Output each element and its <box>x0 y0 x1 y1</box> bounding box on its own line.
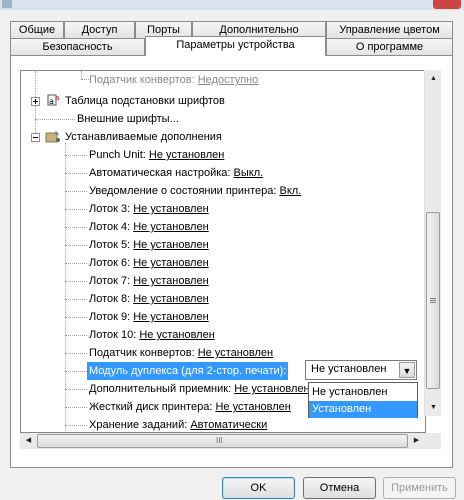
tab-color-management[interactable]: Управление цветом <box>326 21 453 38</box>
tree-item-envelope-feeder-top[interactable]: Податчик конвертов: Недоступно <box>89 71 258 89</box>
ok-button[interactable]: OK <box>222 477 295 499</box>
tree-item-hard-disk[interactable]: Жесткий диск принтера: Не установлен <box>89 398 291 416</box>
tab-device-settings[interactable]: Параметры устройства <box>145 36 326 56</box>
tree-group-installable-options[interactable]: Устанавливаемые дополнения <box>65 128 222 146</box>
printer-icon <box>2 0 12 8</box>
tree-item-tray-4[interactable]: Лоток 4: Не установлен <box>89 218 209 236</box>
tab-security[interactable]: Безопасность <box>10 38 145 55</box>
scroll-up-arrow-icon[interactable]: ▲ <box>425 70 442 87</box>
tree-item-punch-unit[interactable]: Punch Unit: Не установлен <box>89 146 224 164</box>
tree-item-auto-config[interactable]: Автоматическая настройка: Выкл. <box>89 164 263 182</box>
horizontal-scroll-thumb[interactable]: III <box>37 434 408 448</box>
title-bar <box>0 0 464 10</box>
dropdown-arrow-icon[interactable]: ▼ <box>399 362 415 378</box>
scrollbar-corner <box>424 433 441 449</box>
tree-item-tray-8[interactable]: Лоток 8: Не установлен <box>89 290 209 308</box>
tree-item-external-fonts[interactable]: Внешние шрифты... <box>77 110 179 128</box>
tree-item-tray-3[interactable]: Лоток 3: Не установлен <box>89 200 209 218</box>
duplex-select[interactable]: Не установлен ▼ <box>305 360 417 380</box>
vertical-scrollbar[interactable]: ▲ ▼ <box>424 70 441 416</box>
vertical-scroll-thumb[interactable] <box>426 212 440 389</box>
svg-text:a: a <box>49 97 54 106</box>
close-window-button[interactable] <box>433 0 461 9</box>
apply-button[interactable]: Применить <box>383 477 456 499</box>
horizontal-scrollbar[interactable]: ◀ III ▶ <box>20 433 424 449</box>
tree-item-tray-10[interactable]: Лоток 10: Не установлен <box>89 326 215 344</box>
collapse-options-button[interactable] <box>31 133 40 142</box>
tree-item-optional-bin[interactable]: Дополнительный приемник: Не установлен <box>89 380 310 398</box>
tree-item-duplex-unit[interactable]: Модуль дуплекса (для 2-стор. печати): <box>87 362 289 380</box>
tab-general[interactable]: Общие <box>10 21 64 38</box>
font-table-icon: aa <box>47 93 61 107</box>
tree-item-tray-5[interactable]: Лоток 5: Не установлен <box>89 236 209 254</box>
duplex-select-value: Не установлен <box>311 363 387 375</box>
scroll-right-arrow-icon[interactable]: ▶ <box>408 433 425 449</box>
svg-text:a: a <box>55 94 59 102</box>
scroll-grip-icon: III <box>216 436 223 445</box>
cancel-button[interactable]: Отмена <box>303 477 376 499</box>
tree-item-tray-7[interactable]: Лоток 7: Не установлен <box>89 272 209 290</box>
duplex-option-not-installed[interactable]: Не установлен <box>309 384 417 401</box>
duplex-option-installed[interactable]: Установлен <box>309 401 417 418</box>
scroll-down-arrow-icon[interactable]: ▼ <box>425 399 442 416</box>
tree-item-tray-9[interactable]: Лоток 9: Не установлен <box>89 308 209 326</box>
tree-item-tray-6[interactable]: Лоток 6: Не установлен <box>89 254 209 272</box>
tab-about[interactable]: О программе <box>326 38 453 55</box>
tab-sharing[interactable]: Доступ <box>64 21 135 38</box>
tree-item-font-substitution[interactable]: Таблица подстановки шрифтов <box>65 92 225 110</box>
tree-item-job-storage[interactable]: Хранение заданий: Автоматически <box>89 416 267 432</box>
options-folder-icon <box>45 128 61 144</box>
duplex-dropdown-list[interactable]: Не установлен Установлен <box>308 382 418 418</box>
tree-item-status-notification[interactable]: Уведомление о состоянии принтера: Вкл. <box>89 182 301 200</box>
tree-item-envelope-feeder[interactable]: Податчик конвертов: Не установлен <box>89 344 273 362</box>
scroll-left-arrow-icon[interactable]: ◀ <box>20 433 37 449</box>
expand-font-table-button[interactable] <box>31 97 40 106</box>
